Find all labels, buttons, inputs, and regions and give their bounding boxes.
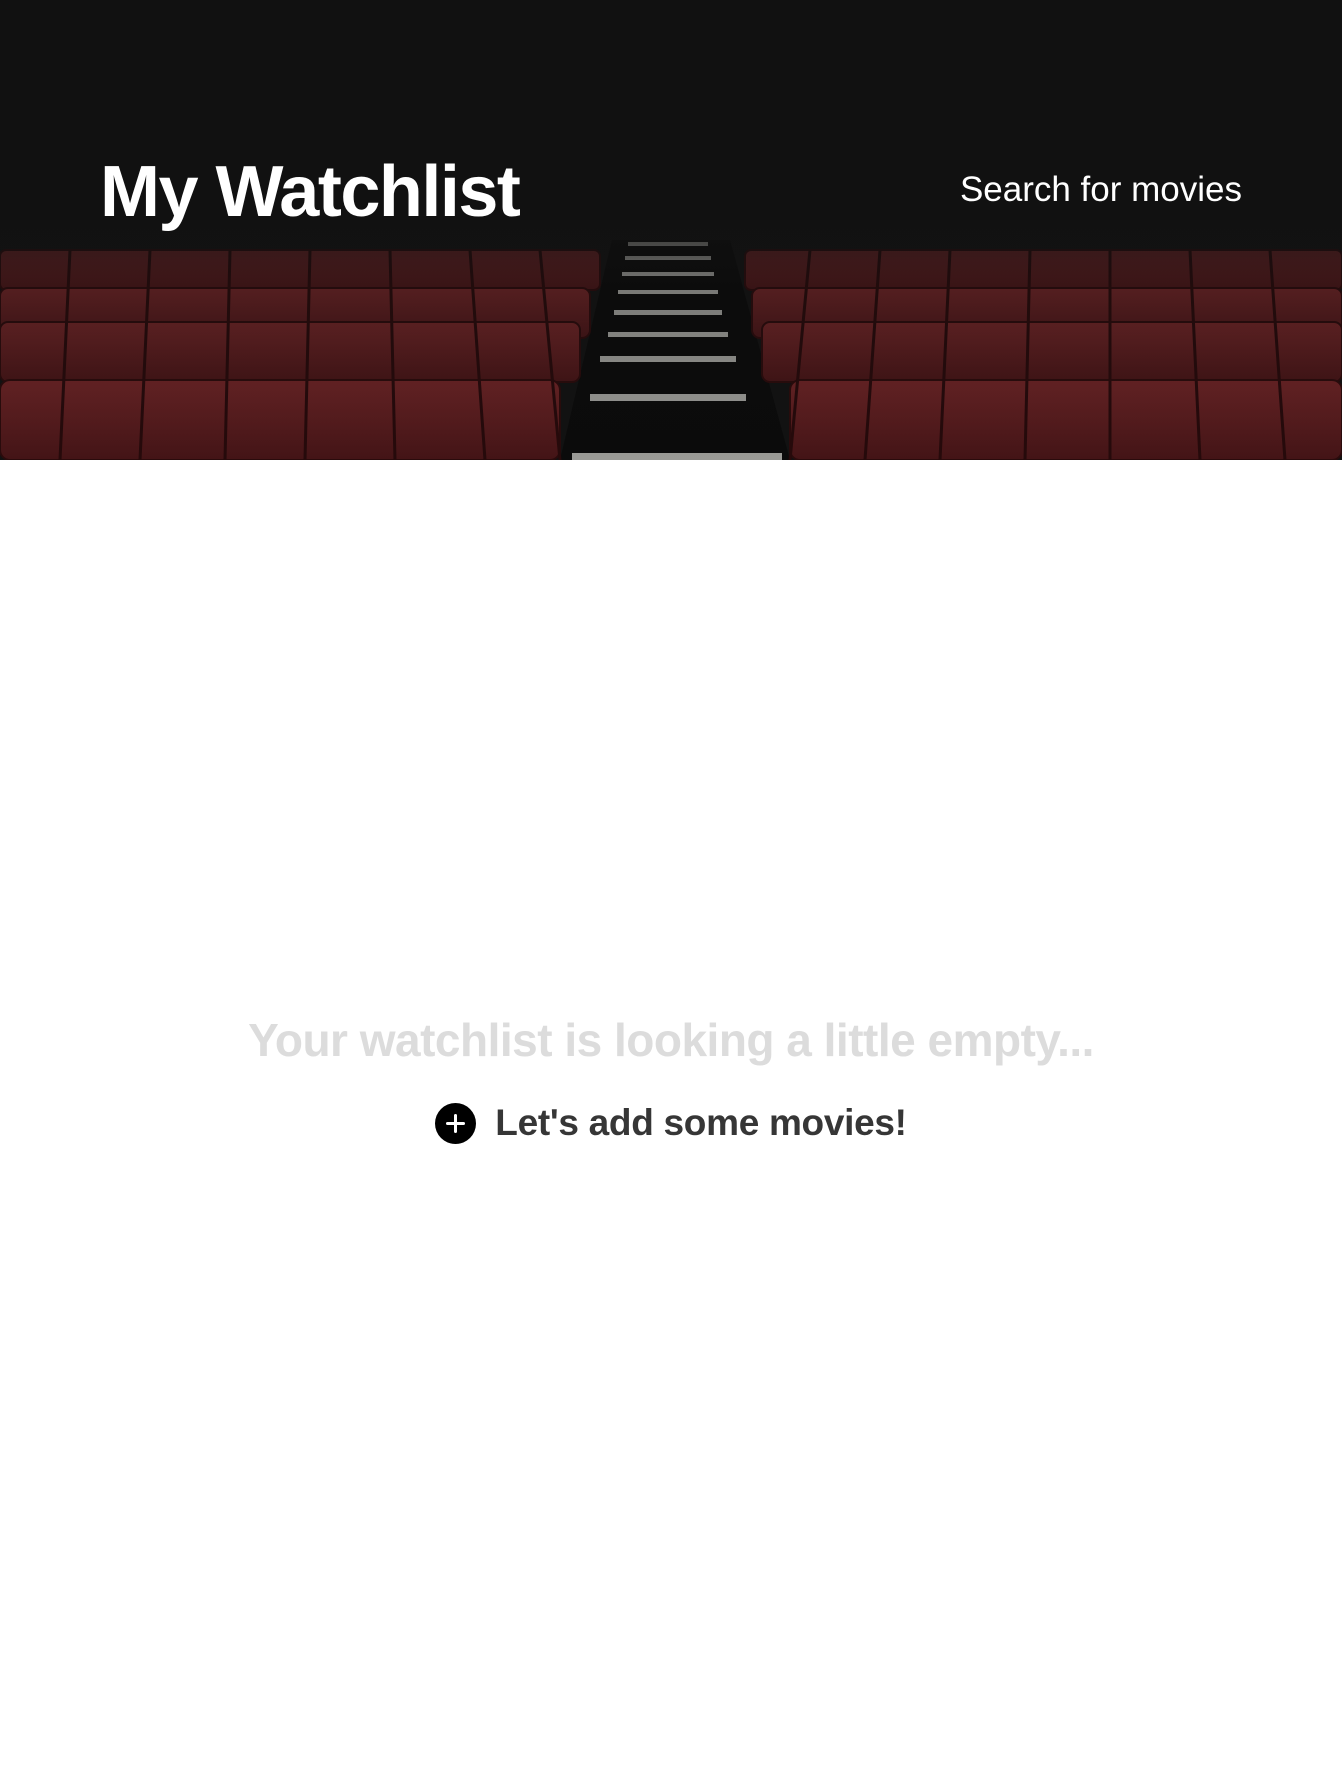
plus-circle-icon — [435, 1102, 477, 1144]
watchlist-main: Your watchlist is looking a little empty… — [0, 460, 1342, 1780]
page-title: My Watchlist — [100, 152, 521, 232]
search-for-movies-link[interactable]: Search for movies — [960, 170, 1242, 210]
hero-header: My Watchlist Search for movies — [0, 0, 1342, 460]
empty-watchlist-message: Your watchlist is looking a little empty… — [248, 1014, 1094, 1066]
add-movies-button[interactable]: Let's add some movies! — [0, 1100, 1342, 1146]
add-movies-label: Let's add some movies! — [495, 1102, 907, 1143]
